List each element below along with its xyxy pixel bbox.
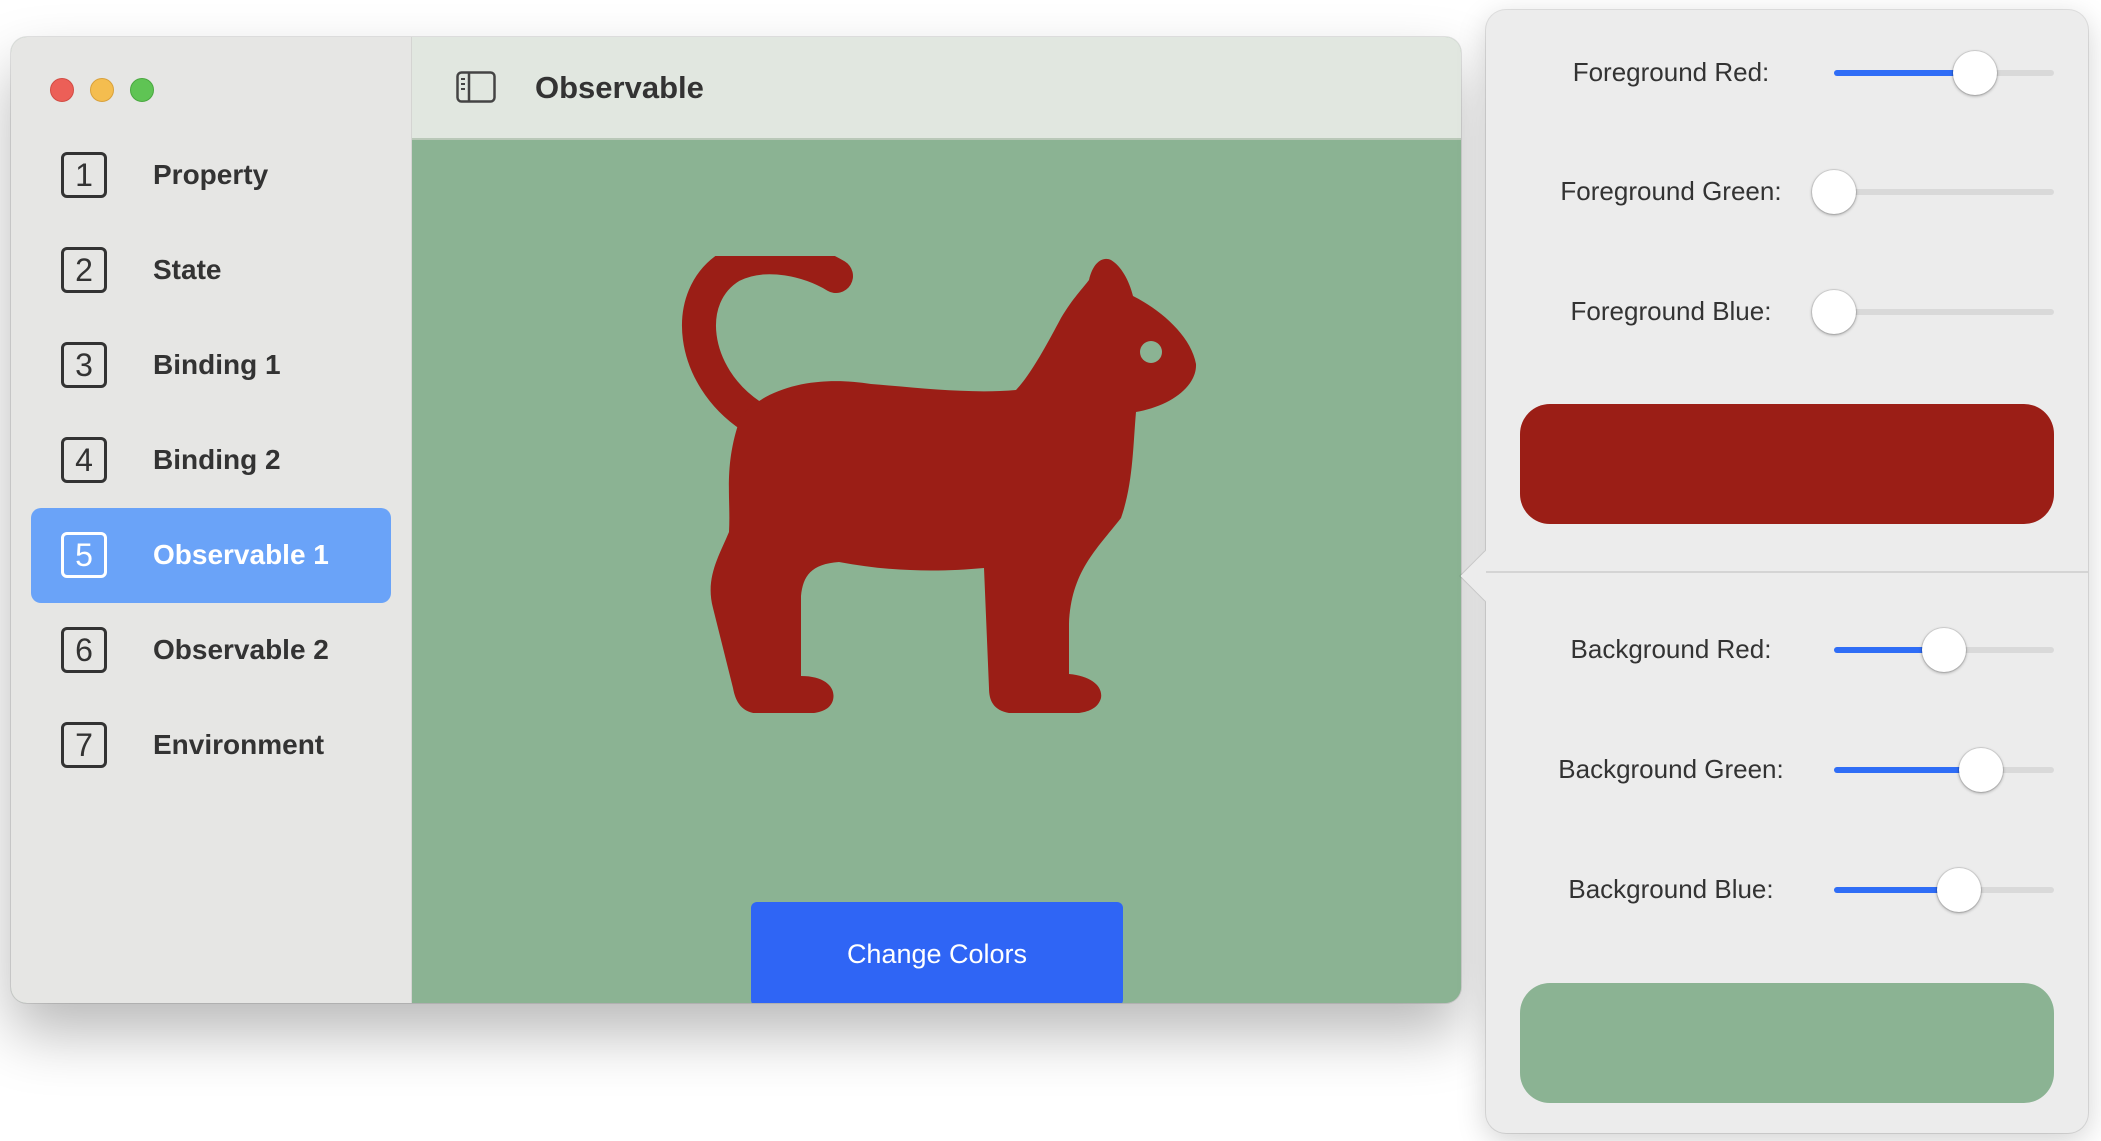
background-red-row: Background Red: (1486, 620, 2088, 680)
zoom-window-button[interactable] (130, 78, 154, 102)
sidebar-item-label: Observable 2 (153, 634, 329, 665)
background-blue-row: Background Blue: (1486, 860, 2088, 920)
foreground-red-row: Foreground Red: (1486, 43, 2088, 103)
background-green-row: Background Green: (1486, 740, 2088, 800)
color-popover: Foreground Red: Foreground Green: Foregr… (1460, 10, 2088, 1133)
foreground-red-slider[interactable] (1834, 51, 2054, 95)
background-blue-label: Background Blue: (1568, 874, 1774, 904)
minimize-window-button[interactable] (90, 78, 114, 102)
sidebar-item-label: State (153, 254, 222, 285)
content-area: Change Colors (412, 140, 1461, 1003)
background-color-swatch (1520, 983, 2054, 1103)
sidebar-item-label: Observable 1 (153, 539, 329, 570)
close-window-button[interactable] (50, 78, 74, 102)
sidebar-item-property[interactable]: 1 Property (31, 128, 391, 223)
sidebar-item-binding-2[interactable]: 4 Binding 2 (31, 413, 391, 508)
background-blue-slider[interactable] (1834, 868, 2054, 912)
sidebar-item-binding-1[interactable]: 3 Binding 1 (31, 318, 391, 413)
sidebar-item-label: Binding 2 (153, 444, 281, 475)
number-6-icon: 6 (61, 627, 107, 673)
foreground-green-slider[interactable] (1812, 170, 2054, 214)
foreground-red-label: Foreground Red: (1572, 57, 1770, 87)
background-green-label: Background Green: (1558, 754, 1784, 784)
change-colors-button[interactable]: Change Colors (751, 902, 1123, 1003)
popover-arrow (1460, 550, 1512, 602)
slider-thumb[interactable] (1959, 748, 2004, 792)
background-green-slider[interactable] (1834, 748, 2054, 792)
sidebar-nav: 1 Property 2 State 3 Binding 1 4 Binding… (31, 128, 391, 793)
background-red-slider[interactable] (1834, 628, 2054, 672)
sidebar-item-observable-2[interactable]: 6 Observable 2 (31, 603, 391, 698)
sidebar-item-environment[interactable]: 7 Environment (31, 698, 391, 793)
sidebar-item-label: Binding 1 (153, 349, 281, 380)
sidebar-toggle-icon[interactable] (456, 71, 496, 103)
slider-thumb[interactable] (1812, 170, 1856, 214)
slider-thumb[interactable] (1812, 290, 1856, 334)
slider-thumb[interactable] (1937, 868, 1982, 912)
number-3-icon: 3 (61, 342, 107, 388)
sidebar-item-state[interactable]: 2 State (31, 223, 391, 318)
slider-thumb[interactable] (1922, 628, 1966, 672)
sidebar: 1 Property 2 State 3 Binding 1 4 Binding… (11, 37, 412, 1003)
foreground-blue-slider[interactable] (1812, 290, 2054, 334)
foreground-blue-label: Foreground Blue: (1570, 296, 1772, 326)
foreground-green-label: Foreground Green: (1560, 176, 1782, 206)
number-1-icon: 1 (61, 152, 107, 198)
foreground-color-swatch (1520, 404, 2054, 524)
divider (1486, 571, 2088, 573)
number-4-icon: 4 (61, 437, 107, 483)
main-window: 1 Property 2 State 3 Binding 1 4 Binding… (11, 37, 1461, 1003)
cat-icon (682, 256, 1197, 713)
background-red-label: Background Red: (1570, 634, 1772, 664)
foreground-blue-row: Foreground Blue: (1486, 282, 2088, 342)
sidebar-item-label: Environment (153, 729, 325, 760)
number-2-icon: 2 (61, 247, 107, 293)
slider-thumb[interactable] (1952, 51, 1997, 95)
foreground-green-row: Foreground Green: (1486, 162, 2088, 222)
title-bar: Observable (412, 37, 1461, 140)
number-7-icon: 7 (61, 722, 107, 768)
page-title: Observable (535, 70, 704, 105)
number-5-icon: 5 (61, 532, 107, 578)
sidebar-item-label: Property (153, 159, 269, 190)
sidebar-item-observable-1[interactable]: 5 Observable 1 (31, 508, 391, 603)
